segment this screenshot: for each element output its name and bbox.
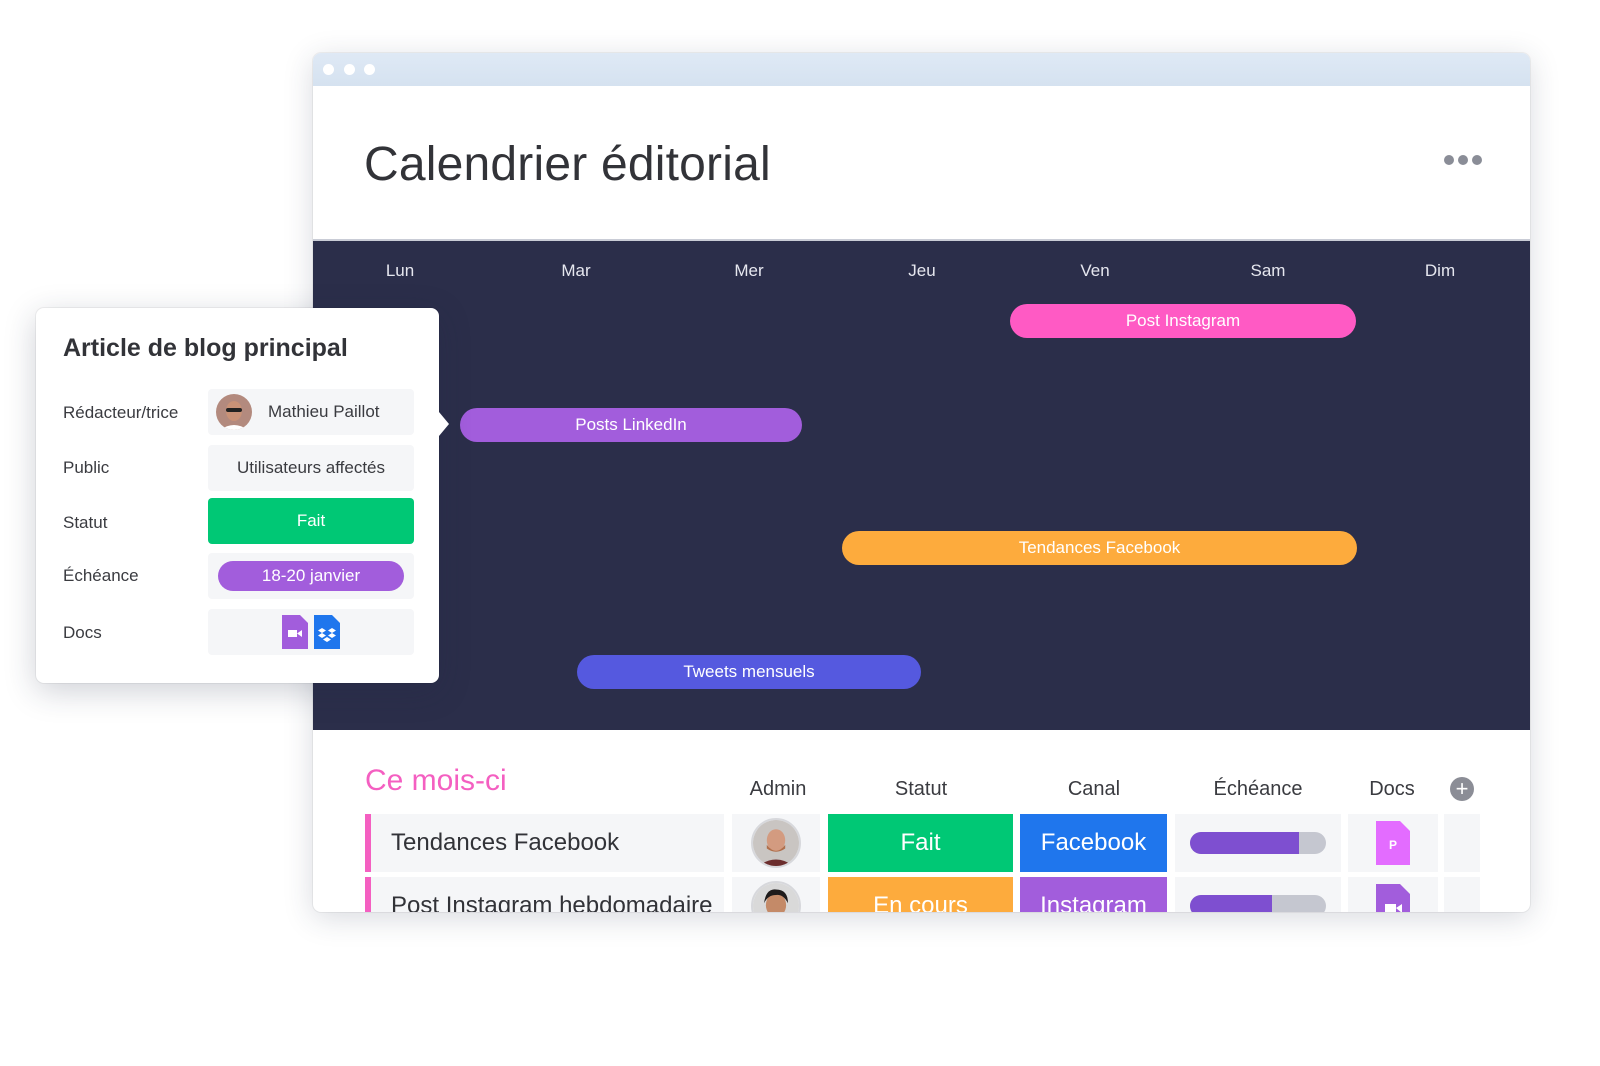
field-label-writer: Rédacteur/trice <box>63 403 179 422</box>
status-badge[interactable]: Fait <box>828 814 1013 872</box>
empty-cell <box>1444 814 1480 872</box>
channel-badge[interactable]: Facebook <box>1020 814 1167 872</box>
event-posts-linkedin[interactable]: Posts LinkedIn <box>460 408 802 442</box>
progress-fill <box>1190 832 1299 854</box>
column-header-statut[interactable]: Statut <box>895 778 947 801</box>
due-progress-bar[interactable] <box>1190 895 1326 912</box>
channel-badge[interactable]: Instagram <box>1020 877 1167 912</box>
empty-cell <box>1444 877 1480 912</box>
item-detail-card: Article de blog principal Rédacteur/tric… <box>36 308 449 683</box>
ppt-file-icon[interactable]: P <box>1376 821 1410 865</box>
day-header-mer: Mer <box>734 261 764 280</box>
column-header-docs[interactable]: Docs <box>1369 778 1415 801</box>
status-badge[interactable]: En cours <box>828 877 1013 912</box>
admin-cell <box>732 814 820 872</box>
group-title[interactable]: Ce mois-ci <box>365 764 507 798</box>
page-title: Calendrier éditorial <box>364 138 771 191</box>
app-window: Calendrier éditorial Lun Mar Mer Jeu Ven… <box>313 53 1530 912</box>
public-field[interactable]: Utilisateurs affectés <box>208 445 414 491</box>
avatar <box>216 394 252 430</box>
card-title: Article de blog principal <box>63 334 348 362</box>
day-header-ven: Ven <box>1080 261 1110 280</box>
dropbox-file-icon[interactable] <box>314 615 340 649</box>
event-post-instagram[interactable]: Post Instagram <box>1010 304 1356 338</box>
column-header-admin[interactable]: Admin <box>750 778 807 801</box>
video-file-icon[interactable] <box>282 615 308 649</box>
docs-field <box>208 609 414 655</box>
due-progress-bar[interactable] <box>1190 832 1326 854</box>
column-header-canal[interactable]: Canal <box>1068 778 1120 801</box>
field-label-echeance: Échéance <box>63 566 139 585</box>
item-name[interactable]: Post Instagram hebdomadaire <box>365 877 724 912</box>
due-field: 18-20 janvier <box>208 553 414 599</box>
event-tendances-facebook[interactable]: Tendances Facebook <box>842 531 1357 565</box>
svg-text:P: P <box>1389 838 1397 852</box>
due-cell <box>1175 814 1341 872</box>
status-badge[interactable]: Fait <box>208 498 414 544</box>
window-titlebar <box>313 53 1530 86</box>
due-cell <box>1175 877 1341 912</box>
window-control-dot[interactable] <box>364 64 375 75</box>
column-header-echeance[interactable]: Échéance <box>1214 778 1303 801</box>
video-file-icon[interactable] <box>1376 884 1410 912</box>
item-name[interactable]: Tendances Facebook <box>365 814 724 872</box>
day-header-dim: Dim <box>1424 261 1456 280</box>
window-control-dot[interactable] <box>344 64 355 75</box>
progress-fill <box>1190 895 1272 912</box>
more-horizontal-icon[interactable] <box>1444 155 1482 165</box>
writer-field[interactable]: Mathieu Paillot <box>208 389 414 435</box>
field-label-docs: Docs <box>63 623 102 642</box>
add-column-plus-icon[interactable]: + <box>1450 777 1474 801</box>
week-calendar: Lun Mar Mer Jeu Ven Sam Dim Post Instagr… <box>313 239 1530 730</box>
day-header-jeu: Jeu <box>908 261 936 280</box>
day-header-sam: Sam <box>1250 261 1286 280</box>
avatar[interactable] <box>751 818 801 868</box>
writer-name: Mathieu Paillot <box>268 402 380 421</box>
docs-cell: P <box>1348 814 1438 872</box>
day-header-mar: Mar <box>561 261 591 280</box>
field-label-statut: Statut <box>63 513 108 532</box>
admin-cell <box>732 877 820 912</box>
event-tweets-mensuels[interactable]: Tweets mensuels <box>577 655 921 689</box>
date-range-pill[interactable]: 18-20 janvier <box>218 561 404 591</box>
avatar[interactable] <box>751 881 801 912</box>
docs-cell <box>1348 877 1438 912</box>
field-label-public: Public <box>63 458 110 477</box>
day-header-lun: Lun <box>385 261 415 280</box>
window-control-dot[interactable] <box>323 64 334 75</box>
